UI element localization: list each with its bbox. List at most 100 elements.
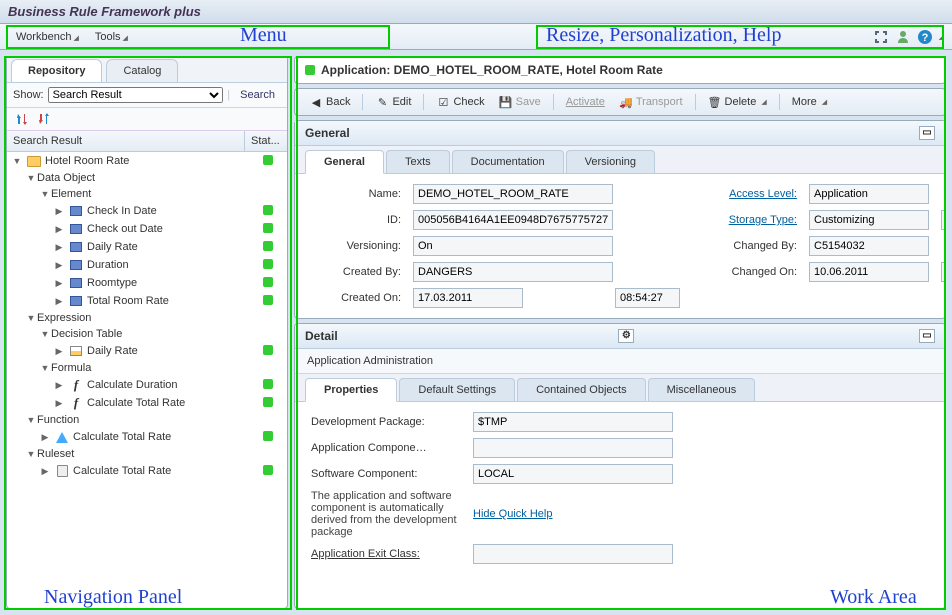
personalization-icon[interactable] xyxy=(895,29,911,45)
tab-default-settings[interactable]: Default Settings xyxy=(399,378,515,401)
changed-on-time[interactable] xyxy=(941,262,946,282)
properties-body: Development Package: Application Compone… xyxy=(295,402,945,574)
tree-calc-duration[interactable]: ▶ f Calculate Duration xyxy=(7,376,287,394)
storage-type-label[interactable]: Storage Type: xyxy=(707,214,797,226)
tree-total-room-rate[interactable]: ▶ Total Room Rate xyxy=(7,292,287,310)
sw-comp-field[interactable] xyxy=(473,464,673,484)
app-comp-label: Application Compone… xyxy=(311,442,461,454)
tab-documentation[interactable]: Documentation xyxy=(452,150,564,173)
tree-check-in[interactable]: ▶ Check In Date xyxy=(7,202,287,220)
tab-repository[interactable]: Repository xyxy=(11,59,102,82)
help-icon[interactable]: ? xyxy=(917,29,933,45)
general-body: Name: Access Level: ID: Storage Type: Ve… xyxy=(295,174,945,318)
nav-columns: Search Result Stat... xyxy=(7,131,287,152)
menu-workbench[interactable]: Workbench xyxy=(8,28,87,46)
versioning-label: Versioning: xyxy=(311,240,401,252)
back-button[interactable]: ◀Back xyxy=(303,93,356,111)
general-title: General ▭ xyxy=(295,121,945,146)
sort-asc-icon[interactable] xyxy=(13,111,31,127)
show-select[interactable]: Search Result xyxy=(48,87,224,103)
transport-button: 🚚Transport xyxy=(613,93,689,111)
tab-miscellaneous[interactable]: Miscellaneous xyxy=(648,378,756,401)
tab-properties[interactable]: Properties xyxy=(305,378,397,402)
tree-roomtype[interactable]: ▶ Roomtype xyxy=(7,274,287,292)
access-level-field[interactable] xyxy=(809,184,929,204)
tab-general[interactable]: General xyxy=(305,150,384,174)
created-on-field[interactable] xyxy=(413,288,523,308)
col-search-result[interactable]: Search Result xyxy=(7,131,245,151)
save-button: 💾Save xyxy=(493,93,547,111)
tab-texts[interactable]: Texts xyxy=(386,150,450,173)
tree-expression[interactable]: ▼ Expression xyxy=(7,310,287,326)
created-by-field[interactable] xyxy=(413,262,613,282)
access-level-label[interactable]: Access Level: xyxy=(707,188,797,200)
work-title: Application: DEMO_HOTEL_ROOM_RATE, Hotel… xyxy=(321,63,663,77)
tab-catalog[interactable]: Catalog xyxy=(106,59,178,82)
transport-icon: 🚚 xyxy=(619,95,633,109)
more-button[interactable]: More◢ xyxy=(786,94,833,110)
nav-show-row: Show: Search Result | Search xyxy=(7,83,287,108)
tree-rs-calc-total[interactable]: ▶ Calculate Total Rate xyxy=(7,462,287,480)
tree-calc-total-rate[interactable]: ▶ f Calculate Total Rate xyxy=(7,394,287,412)
storage-type-field2[interactable] xyxy=(941,210,946,230)
tree-data-object[interactable]: ▼ Data Object xyxy=(7,170,287,186)
id-field[interactable] xyxy=(413,210,613,230)
element-icon xyxy=(68,240,84,254)
tree-dt-daily-rate[interactable]: ▶ Daily Rate xyxy=(7,342,287,360)
tab-contained-objects[interactable]: Contained Objects xyxy=(517,378,646,401)
check-button[interactable]: ☑Check xyxy=(430,93,490,111)
menu-tools[interactable]: Tools xyxy=(87,28,136,46)
grid-icon xyxy=(68,344,84,358)
ruleset-icon xyxy=(54,464,70,478)
search-link[interactable]: Search xyxy=(234,89,281,101)
sort-desc-icon[interactable] xyxy=(35,111,53,127)
tree-ruleset[interactable]: ▼ Ruleset xyxy=(7,446,287,462)
tree-element[interactable]: ▼ Element xyxy=(7,186,287,202)
toggle-icon[interactable]: ▼ xyxy=(11,156,23,166)
delete-button[interactable]: 🗑Delete◢ xyxy=(702,93,773,111)
tree-function[interactable]: ▼ Function xyxy=(7,412,287,428)
edit-icon: ✎ xyxy=(375,95,389,109)
general-tabs: General Texts Documentation Versioning xyxy=(295,146,945,174)
status-led-icon xyxy=(305,65,315,75)
show-label: Show: xyxy=(13,89,44,101)
folder-icon xyxy=(26,154,42,168)
edit-button[interactable]: ✎Edit xyxy=(369,93,417,111)
activate-button: Activate xyxy=(560,94,611,110)
dev-pkg-field[interactable] xyxy=(473,412,673,432)
tree-fn-calc-total[interactable]: ▶ Calculate Total Rate xyxy=(7,428,287,446)
element-icon xyxy=(68,294,84,308)
name-field[interactable] xyxy=(413,184,613,204)
resize-icon[interactable] xyxy=(873,29,889,45)
formula-icon: f xyxy=(68,378,84,392)
sw-comp-label: Software Component: xyxy=(311,468,461,480)
status-badge xyxy=(253,155,283,168)
exit-class-label[interactable]: Application Exit Class: xyxy=(311,548,461,560)
hide-help-link[interactable]: Hide Quick Help xyxy=(473,508,673,520)
settings-icon[interactable]: ⚙ xyxy=(618,329,634,343)
collapse-icon[interactable]: ▭ xyxy=(919,126,935,140)
changed-by-field[interactable] xyxy=(809,236,929,256)
tab-versioning[interactable]: Versioning xyxy=(566,150,655,173)
changed-by-label: Changed By: xyxy=(707,240,797,252)
id-label: ID: xyxy=(311,214,401,226)
storage-type-field[interactable] xyxy=(809,210,929,230)
tree-check-out[interactable]: ▶ Check out Date xyxy=(7,220,287,238)
svg-text:?: ? xyxy=(921,32,928,44)
created-by-label: Created By: xyxy=(311,266,401,278)
tree-daily-rate[interactable]: ▶ Daily Rate xyxy=(7,238,287,256)
tree-duration[interactable]: ▶ Duration xyxy=(7,256,287,274)
col-status[interactable]: Stat... xyxy=(245,131,287,151)
collapse-icon[interactable]: ▭ xyxy=(919,329,935,343)
versioning-field[interactable] xyxy=(413,236,613,256)
detail-title: Detail ⚙ ▭ xyxy=(295,324,945,349)
created-on-time[interactable] xyxy=(615,288,680,308)
element-icon xyxy=(68,258,84,272)
menu-bar: Workbench Tools ? ◢ xyxy=(0,24,952,50)
changed-on-field[interactable] xyxy=(809,262,929,282)
exit-class-field[interactable] xyxy=(473,544,673,564)
tree-formula[interactable]: ▼ Formula xyxy=(7,360,287,376)
tree-decision-table[interactable]: ▼ Decision Table xyxy=(7,326,287,342)
app-comp-field[interactable] xyxy=(473,438,673,458)
tree-root[interactable]: ▼ Hotel Room Rate xyxy=(7,152,287,170)
